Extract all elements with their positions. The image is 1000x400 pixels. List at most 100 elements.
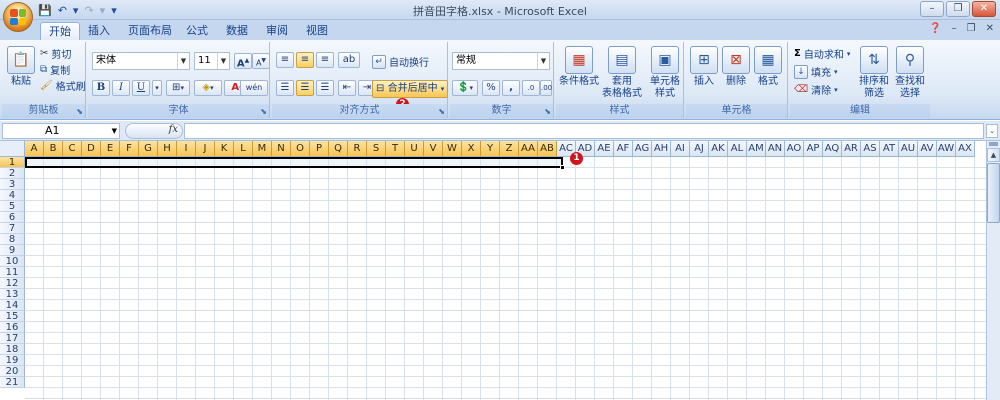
tab-insert[interactable]: 插入 [80, 22, 118, 40]
expand-formula-bar-icon[interactable]: ⌄ [986, 124, 998, 138]
orientation-button[interactable]: ab [338, 52, 360, 68]
select-all-corner[interactable] [0, 141, 25, 157]
cut-button[interactable]: ✂ 剪切 [40, 46, 71, 61]
find-select-button[interactable]: ⚲ 查找和 选择 [892, 46, 928, 100]
close-button[interactable]: ✕ [972, 1, 996, 17]
row-header-19[interactable]: 19 [0, 355, 25, 366]
row-header-10[interactable]: 10 [0, 256, 25, 267]
row-header-17[interactable]: 17 [0, 333, 25, 344]
tab-review[interactable]: 审阅 [258, 22, 296, 40]
column-header-ao[interactable]: AO [785, 141, 804, 157]
column-header-e[interactable]: E [101, 141, 120, 157]
chevron-down-icon[interactable]: ▼ [217, 53, 229, 69]
cell-styles-button[interactable]: ▣ 单元格 样式 [646, 46, 684, 100]
column-header-ar[interactable]: AR [842, 141, 861, 157]
column-header-c[interactable]: C [63, 141, 82, 157]
vertical-scrollbar[interactable]: ▲ [986, 141, 1000, 400]
row-header-8[interactable]: 8 [0, 234, 25, 245]
formula-input[interactable] [184, 123, 984, 139]
minimize-button[interactable]: – [920, 1, 944, 17]
column-header-aj[interactable]: AJ [690, 141, 709, 157]
column-header-ax[interactable]: AX [956, 141, 975, 157]
column-header-ai[interactable]: AI [671, 141, 690, 157]
column-header-ag[interactable]: AG [633, 141, 652, 157]
underline-dropdown[interactable]: ▾ [152, 80, 162, 96]
column-header-as[interactable]: AS [861, 141, 880, 157]
decrease-indent-button[interactable]: ⇤ [338, 80, 356, 96]
font-launcher-icon[interactable]: ⬊ [260, 107, 267, 116]
autosum-button[interactable]: Σ 自动求和 ▾ [794, 46, 850, 61]
column-header-a[interactable]: A [25, 141, 44, 157]
column-header-at[interactable]: AT [880, 141, 899, 157]
fx-button-area[interactable]: fx [125, 123, 183, 139]
sort-filter-button[interactable]: ⇅ 排序和 筛选 [856, 46, 892, 100]
fill-color-button[interactable]: ◈▾ [194, 80, 222, 96]
column-header-w[interactable]: W [443, 141, 462, 157]
chevron-down-icon[interactable]: ▾ [441, 85, 445, 93]
alignment-launcher-icon[interactable]: ⬊ [438, 107, 445, 116]
number-format-combo[interactable]: 常规 ▼ [452, 52, 550, 70]
column-header-n[interactable]: N [272, 141, 291, 157]
comma-style-button[interactable]: , [502, 80, 520, 96]
column-header-p[interactable]: P [310, 141, 329, 157]
office-button[interactable] [3, 2, 33, 32]
column-header-q[interactable]: Q [329, 141, 348, 157]
column-header-d[interactable]: D [82, 141, 101, 157]
column-header-av[interactable]: AV [918, 141, 937, 157]
column-header-au[interactable]: AU [899, 141, 918, 157]
column-header-v[interactable]: V [424, 141, 443, 157]
restore-button[interactable]: ❐ [946, 1, 970, 17]
column-header-ah[interactable]: AH [652, 141, 671, 157]
wrap-text-button[interactable]: ↵ 自动换行 [372, 54, 429, 69]
column-header-y[interactable]: Y [481, 141, 500, 157]
align-middle-button[interactable]: ≡ [296, 52, 314, 68]
column-header-r[interactable]: R [348, 141, 367, 157]
column-header-s[interactable]: S [367, 141, 386, 157]
borders-button[interactable]: ⊞▾ [166, 80, 190, 96]
scroll-up-icon[interactable]: ▲ [987, 148, 1000, 162]
selected-range[interactable] [25, 157, 563, 168]
column-header-ab[interactable]: AB [538, 141, 557, 157]
format-painter-button[interactable]: 🖌 格式刷 [40, 78, 86, 93]
column-header-o[interactable]: O [291, 141, 310, 157]
tab-view[interactable]: 视图 [298, 22, 336, 40]
scroll-thumb[interactable] [987, 163, 1000, 223]
column-header-t[interactable]: T [386, 141, 405, 157]
bold-button[interactable]: B [92, 80, 110, 96]
merge-center-button[interactable]: ⊟ 合并后居中 ▾ [372, 80, 449, 98]
align-top-button[interactable]: ≡ [276, 52, 294, 68]
tab-page-layout[interactable]: 页面布局 [120, 22, 180, 40]
align-right-button[interactable]: ☰ [316, 80, 334, 96]
column-header-an[interactable]: AN [766, 141, 785, 157]
row-header-9[interactable]: 9 [0, 245, 25, 256]
row-header-15[interactable]: 15 [0, 311, 25, 322]
format-as-table-button[interactable]: ▤ 套用 表格格式 [600, 46, 644, 100]
conditional-format-button[interactable]: ▦ 条件格式 [558, 46, 600, 88]
underline-button[interactable]: U [132, 80, 150, 96]
worksheet-grid[interactable]: A B C D E F G H I J K L M N O P Q R S T U V W X Y Z AA AB AC AD AE AF AG… [0, 141, 986, 400]
grow-font-button[interactable]: A▲ [234, 53, 252, 69]
row-header-7[interactable]: 7 [0, 223, 25, 234]
row-header-20[interactable]: 20 [0, 366, 25, 377]
column-header-ak[interactable]: AK [709, 141, 728, 157]
column-header-aw[interactable]: AW [937, 141, 956, 157]
increase-decimal-button[interactable]: .0 [522, 80, 540, 96]
delete-cells-button[interactable]: ⊠ 删除 [720, 46, 752, 88]
number-launcher-icon[interactable]: ⬊ [544, 107, 551, 116]
column-header-x[interactable]: X [462, 141, 481, 157]
column-header-k[interactable]: K [215, 141, 234, 157]
align-bottom-button[interactable]: ≡ [316, 52, 334, 68]
column-header-l[interactable]: L [234, 141, 253, 157]
align-center-button[interactable]: ☰ [296, 80, 314, 96]
column-header-j[interactable]: J [196, 141, 215, 157]
chevron-down-icon[interactable]: ▼ [177, 53, 189, 69]
insert-cells-button[interactable]: ⊞ 插入 [688, 46, 720, 88]
ribbon-minimize-icon[interactable]: – [952, 23, 957, 34]
currency-button[interactable]: 💲▾ [452, 80, 478, 96]
column-header-z[interactable]: Z [500, 141, 519, 157]
column-header-h[interactable]: H [158, 141, 177, 157]
tab-data[interactable]: 数据 [218, 22, 256, 40]
font-size-combo[interactable]: 11 ▼ [194, 52, 230, 70]
row-header-5[interactable]: 5 [0, 201, 25, 212]
row-header-1[interactable]: 1 [0, 157, 25, 168]
